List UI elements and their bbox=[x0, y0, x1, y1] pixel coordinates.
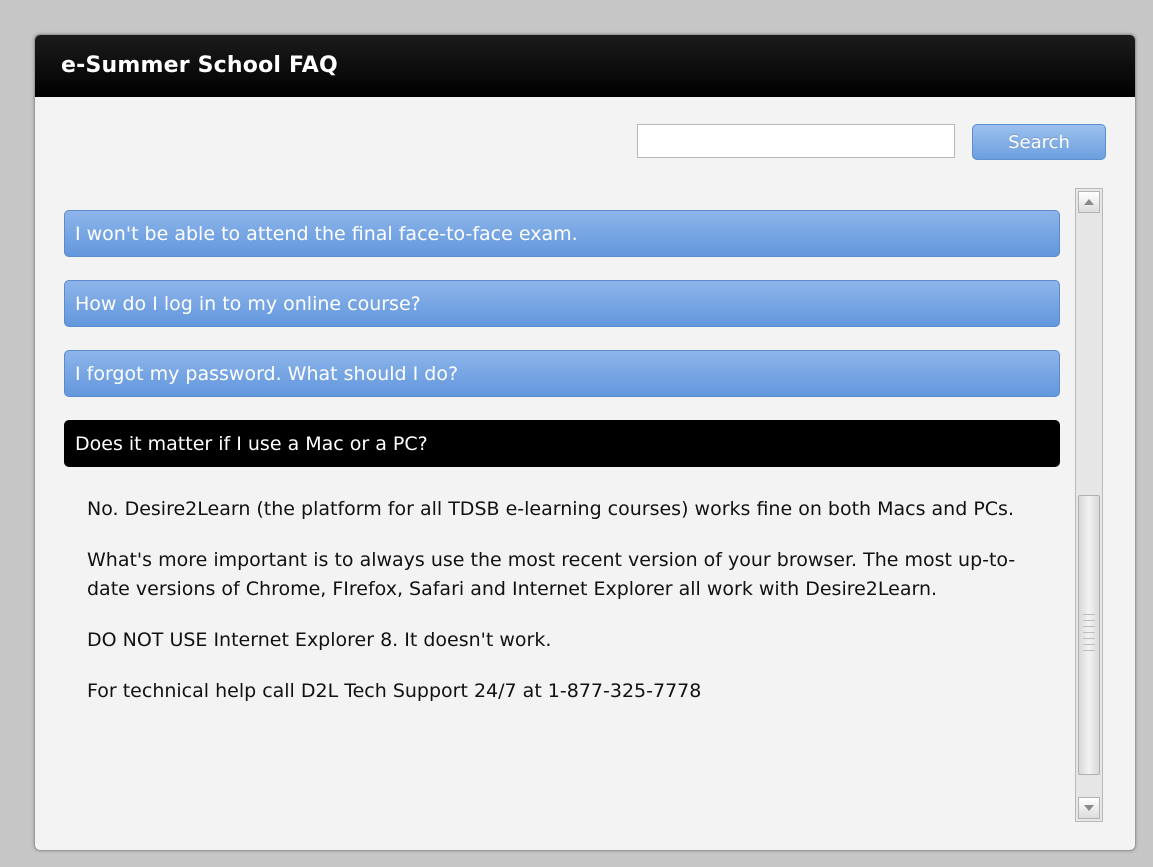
title-bar: e-Summer School FAQ bbox=[35, 35, 1135, 97]
scroll-thumb[interactable] bbox=[1078, 495, 1100, 775]
answer-paragraph: DO NOT USE Internet Explorer 8. It doesn… bbox=[87, 629, 552, 651]
grip-line bbox=[1083, 632, 1095, 633]
search-button[interactable]: Search bbox=[972, 124, 1106, 160]
chevron-down-icon bbox=[1084, 805, 1094, 811]
faq-list: I won't be able to attend the final face… bbox=[64, 210, 1060, 467]
search-input[interactable] bbox=[637, 124, 955, 158]
grip-line bbox=[1083, 644, 1095, 645]
answer-paragraph: No. Desire2Learn (the platform for all T… bbox=[87, 498, 1014, 520]
faq-window: e-Summer School FAQ Search I won't be ab… bbox=[34, 34, 1136, 851]
faq-question-password[interactable]: I forgot my password. What should I do? bbox=[64, 350, 1060, 397]
answer-paragraph: What's more important is to always use t… bbox=[87, 549, 1016, 600]
scroll-down-button[interactable] bbox=[1078, 797, 1100, 819]
window-title: e-Summer School FAQ bbox=[61, 53, 338, 78]
grip-line bbox=[1083, 626, 1095, 627]
faq-question-login[interactable]: How do I log in to my online course? bbox=[64, 280, 1060, 327]
grip-line bbox=[1083, 620, 1095, 621]
vertical-scrollbar[interactable] bbox=[1075, 188, 1103, 822]
grip-line bbox=[1083, 650, 1095, 651]
faq-question-exam[interactable]: I won't be able to attend the final face… bbox=[64, 210, 1060, 257]
answer-paragraph: For technical help call D2L Tech Support… bbox=[87, 680, 702, 702]
faq-answer: No. Desire2Learn (the platform for all T… bbox=[87, 495, 1047, 728]
chevron-up-icon bbox=[1084, 199, 1094, 205]
faq-question-mac-pc[interactable]: Does it matter if I use a Mac or a PC? bbox=[64, 420, 1060, 467]
scroll-up-button[interactable] bbox=[1078, 191, 1100, 213]
grip-line bbox=[1083, 614, 1095, 615]
grip-line bbox=[1083, 638, 1095, 639]
